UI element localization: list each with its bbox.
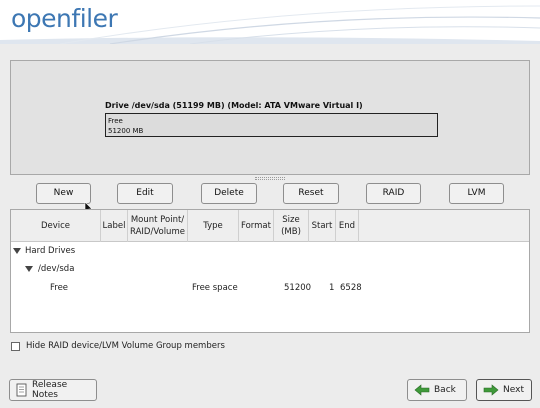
- reset-button[interactable]: Reset: [283, 183, 339, 204]
- delete-button-label: Delete: [214, 188, 244, 198]
- arrow-left-icon: [414, 384, 430, 396]
- col-type[interactable]: Type: [188, 210, 239, 242]
- next-button[interactable]: Next: [476, 379, 532, 401]
- drive-graph-panel: Drive /dev/sda (51199 MB) (Model: ATA VM…: [10, 60, 530, 175]
- col-format[interactable]: Format: [239, 210, 274, 242]
- cell-type: Free space: [192, 283, 238, 293]
- cell-start: 1: [329, 283, 335, 293]
- arrow-right-icon: [483, 384, 499, 396]
- table-header: Device Label Mount Point/ RAID/Volume Ty…: [11, 210, 529, 242]
- lvm-button-label: LVM: [467, 188, 486, 198]
- release-notes-label: Release Notes: [32, 380, 68, 400]
- expander-triangle-icon[interactable]: [25, 266, 33, 272]
- document-icon: [16, 383, 28, 397]
- raid-button-label: RAID: [382, 188, 405, 198]
- delete-button[interactable]: Delete: [201, 183, 257, 204]
- col-label[interactable]: Label: [101, 210, 128, 242]
- col-size[interactable]: Size (MB): [274, 210, 309, 242]
- raid-button[interactable]: RAID: [366, 183, 421, 204]
- col-mount-point[interactable]: Mount Point/ RAID/Volume: [128, 210, 188, 242]
- release-notes-button[interactable]: Release Notes: [9, 379, 97, 401]
- edit-button[interactable]: Edit: [117, 183, 173, 204]
- header-banner: openfiler: [0, 0, 540, 44]
- back-button[interactable]: Back: [407, 379, 467, 401]
- drive-free-segment[interactable]: Free 51200 MB: [105, 113, 438, 137]
- tree-row-hard-drives[interactable]: Hard Drives: [11, 243, 529, 261]
- hide-members-checkbox[interactable]: [11, 341, 20, 351]
- partition-table: Device Label Mount Point/ RAID/Volume Ty…: [10, 209, 530, 333]
- drive-title: Drive /dev/sda (51199 MB) (Model: ATA VM…: [105, 101, 363, 110]
- lvm-button[interactable]: LVM: [449, 183, 504, 204]
- next-label: Next: [503, 385, 524, 395]
- cell-end: 6528: [340, 283, 362, 293]
- expander-triangle-icon[interactable]: [13, 248, 21, 254]
- col-start[interactable]: Start: [309, 210, 336, 242]
- col-end[interactable]: End: [336, 210, 359, 242]
- segment-label: Free: [108, 117, 123, 125]
- app-logo: openfiler: [11, 4, 118, 33]
- cell-device: Free: [50, 283, 69, 293]
- reset-button-label: Reset: [298, 188, 324, 198]
- new-button-label: New: [53, 188, 74, 198]
- back-label: Back: [434, 385, 456, 395]
- hide-members-option[interactable]: Hide RAID device/LVM Volume Group member…: [11, 340, 225, 352]
- table-row[interactable]: Free Free space 51200 1 6528: [11, 280, 529, 298]
- cell-size: 51200: [284, 283, 312, 293]
- hide-members-label: Hide RAID device/LVM Volume Group member…: [26, 341, 225, 351]
- pane-resize-handle[interactable]: [255, 177, 285, 180]
- edit-button-label: Edit: [136, 188, 154, 198]
- segment-size: 51200 MB: [108, 127, 144, 135]
- tree-row-dev-sda[interactable]: /dev/sda: [11, 261, 529, 279]
- new-button[interactable]: New: [36, 183, 91, 204]
- col-device[interactable]: Device: [11, 210, 101, 242]
